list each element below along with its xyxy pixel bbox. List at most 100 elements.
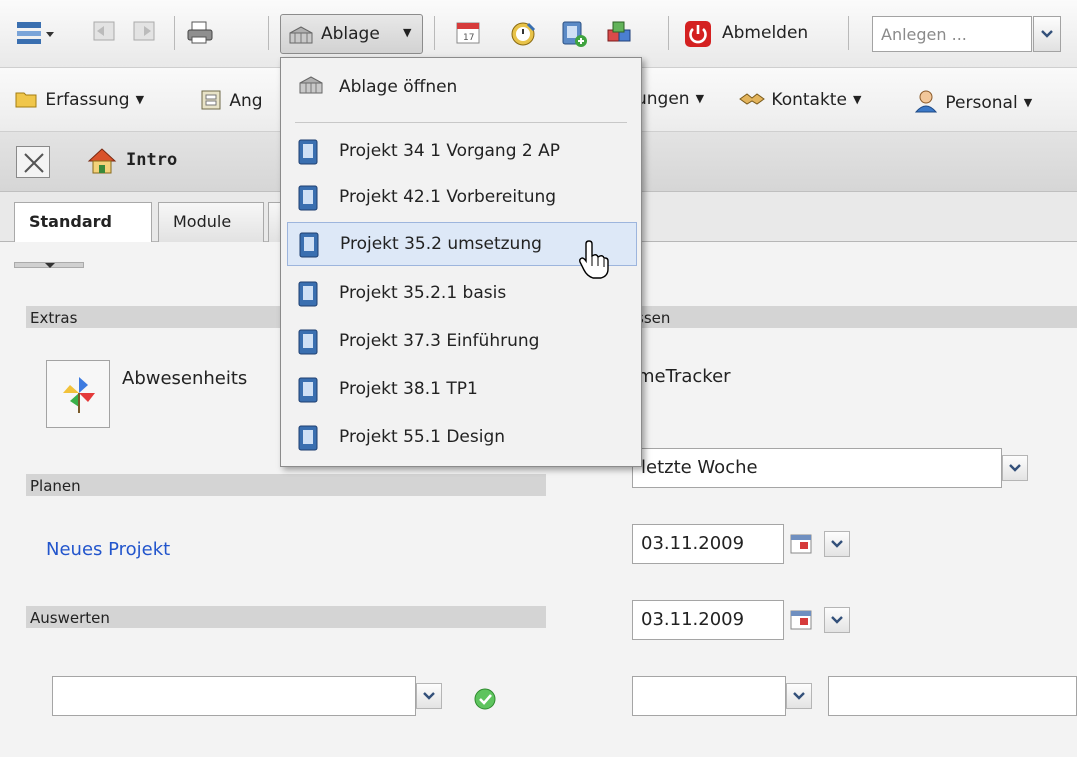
menu-item-ablage-oeffnen[interactable]: Ablage öffnen (287, 66, 637, 110)
bottom-select[interactable] (632, 676, 786, 716)
forward-button[interactable] (132, 20, 162, 46)
menu-einstellungen[interactable]: ungen ▼ (636, 89, 704, 109)
toolbar-separator (268, 16, 269, 50)
menu-item-label: Projekt 55.1 Design (339, 427, 506, 447)
basket-icon (289, 26, 313, 44)
logout-button[interactable]: Abmelden (684, 14, 834, 54)
menu-item-project[interactable]: Projekt 55.1 Design (287, 416, 637, 460)
toolbar-separator (434, 16, 435, 50)
basket-icon (299, 76, 323, 94)
menu-item-label: Projekt 34 1 Vorgang 2 AP (339, 141, 560, 161)
book-icon (298, 185, 318, 211)
section-auswerten-header: Auswerten (26, 606, 546, 628)
ablage-label: Ablage (321, 24, 380, 44)
date-to-dropdown-button[interactable] (824, 607, 850, 633)
cubes-icon (607, 21, 631, 42)
book-add-icon (562, 21, 587, 47)
toolbar-separator (848, 16, 849, 50)
forward-page-icon (133, 21, 155, 41)
abwesenheit-button[interactable] (46, 360, 110, 428)
period-select-value: letzte Woche (641, 457, 758, 478)
chevron-down-icon: ▼ (135, 93, 145, 106)
calendar-icon: 17 (456, 22, 480, 44)
book-icon (298, 139, 318, 165)
anlegen-combobox[interactable]: Anlegen ... (872, 16, 1061, 52)
back-page-icon (93, 21, 115, 41)
menu-item-label: Projekt 35.2 umsetzung (340, 234, 542, 254)
close-icon (24, 153, 44, 173)
calendar-picker-icon[interactable] (790, 533, 814, 555)
print-button[interactable] (186, 20, 216, 46)
book-icon (298, 425, 318, 451)
anlegen-placeholder: Anlegen ... (881, 25, 967, 44)
menu-kontakte-label: Kontakte (771, 90, 847, 110)
folder-icon (15, 92, 37, 108)
auswerten-select[interactable] (52, 676, 416, 716)
new-project-link[interactable]: Neues Projekt (46, 539, 170, 560)
toolbar-separator (174, 16, 175, 50)
confirm-check-icon[interactable] (472, 686, 498, 712)
chevron-down-icon: ▼ (403, 26, 412, 39)
bottom-text-input[interactable] (828, 676, 1077, 716)
chevron-down-icon (1009, 464, 1021, 472)
tab-standard[interactable]: Standard (14, 202, 152, 243)
calendar-picker-icon[interactable] (790, 609, 814, 631)
back-button[interactable] (92, 20, 122, 46)
menu-personal[interactable]: Personal ▼ (914, 89, 1032, 113)
collapse-handle[interactable] (14, 262, 84, 268)
section-auswerten-title: Auswerten (30, 609, 110, 627)
abwesenheit-label: Abwesenheits (122, 368, 248, 389)
chevron-down-icon (423, 692, 435, 700)
date-from-dropdown-button[interactable] (824, 531, 850, 557)
menu-item-project[interactable]: Projekt 34 1 Vorgang 2 AP (287, 130, 637, 174)
logout-label: Abmelden (722, 23, 809, 43)
book-icon (299, 232, 319, 258)
chevron-down-icon: ▼ (695, 92, 705, 105)
chevron-down-icon: ▼ (852, 93, 862, 106)
layout-menu-button[interactable] (16, 20, 54, 46)
bottom-dropdown-button[interactable] (786, 683, 812, 709)
tab-module-label: Module (173, 212, 232, 231)
page-title: Intro (126, 150, 178, 170)
close-button[interactable] (16, 146, 50, 178)
menu-kontakte[interactable]: Kontakte ▼ (738, 89, 861, 110)
modules-button[interactable] (604, 20, 634, 46)
date-to-value: 03.11.2009 (641, 609, 745, 630)
svg-text:17: 17 (463, 33, 474, 43)
new-project-button[interactable] (560, 20, 590, 47)
auswerten-dropdown-button[interactable] (416, 683, 442, 709)
menu-separator (295, 122, 627, 123)
menu-angebote[interactable]: Ang (200, 89, 263, 111)
calendar-button[interactable]: 17 (454, 20, 484, 46)
menu-item-label: Projekt 38.1 TP1 (339, 379, 478, 399)
book-icon (298, 281, 318, 307)
tab-module[interactable]: Module (158, 202, 264, 242)
date-from-value: 03.11.2009 (641, 533, 745, 554)
hand-cursor-icon (579, 240, 609, 279)
date-from-input[interactable]: 03.11.2009 (632, 524, 784, 564)
chevron-down-icon (1041, 30, 1053, 38)
anlegen-dropdown-button[interactable] (1033, 16, 1061, 52)
menu-item-project[interactable]: Projekt 37.3 Einführung (287, 320, 637, 364)
date-to-input[interactable]: 03.11.2009 (632, 600, 784, 640)
ablage-dropdown-menu: Ablage öffnen Projekt 34 1 Vorgang 2 AP … (280, 57, 642, 467)
menu-erfassung-label: Erfassung (45, 90, 130, 110)
section-timetracker-header: ssen (632, 306, 1077, 328)
period-dropdown-button[interactable] (1002, 455, 1028, 481)
timetracker-button[interactable] (508, 20, 538, 46)
chevron-down-icon (831, 540, 843, 548)
menu-item-label: Projekt 42.1 Vorbereitung (339, 187, 557, 207)
window-layout-icon (17, 22, 54, 44)
menu-item-project[interactable]: Projekt 38.1 TP1 (287, 368, 637, 412)
ablage-menu-button[interactable]: Ablage ▼ (280, 14, 423, 54)
menu-erfassung[interactable]: Erfassung ▼ (14, 89, 144, 110)
section-extras-title: Extras (30, 309, 78, 327)
menu-einstellungen-label: ungen (636, 89, 690, 109)
chevron-down-icon (793, 692, 805, 700)
pinwheel-icon (63, 377, 95, 413)
chevron-down-icon (45, 263, 55, 268)
period-select[interactable]: letzte Woche (632, 448, 1002, 488)
toolbar-separator (668, 16, 669, 50)
menu-item-project[interactable]: Projekt 42.1 Vorbereitung (287, 176, 637, 220)
menu-item-label: Projekt 37.3 Einführung (339, 331, 540, 351)
